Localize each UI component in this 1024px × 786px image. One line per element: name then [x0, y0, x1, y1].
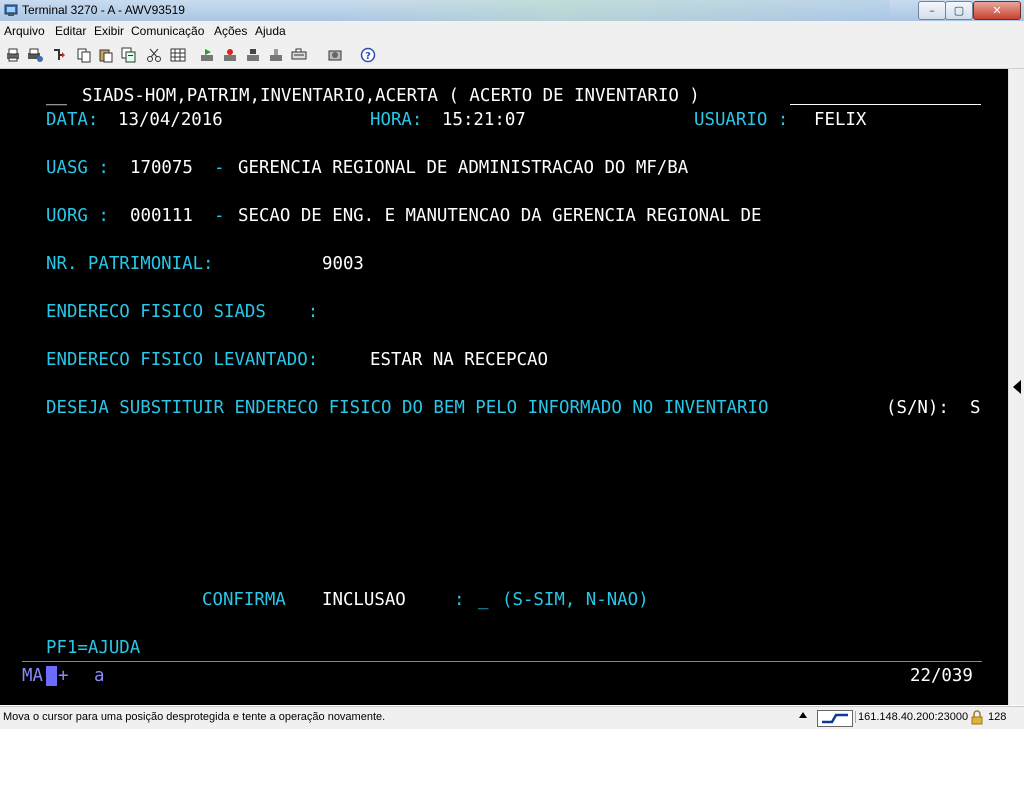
maximize-button[interactable]: ▢ [945, 1, 973, 20]
app-icon [4, 4, 18, 16]
encryption-bits: 128 [988, 711, 1007, 723]
oia-cursor-block [46, 666, 57, 686]
disconnect-icon[interactable] [268, 47, 284, 63]
usuario-label: USUARIO : [694, 110, 789, 130]
settings-icon[interactable] [327, 47, 343, 63]
deseja-row: DESEJA SUBSTITUIR ENDERECO FISICO DO BEM… [0, 398, 980, 418]
window-titlebar: Terminal 3270 - A - AWV93519 – ▢ ✕ [0, 0, 1024, 21]
end-siads-label: ENDERECO FISICO SIADS : [46, 302, 319, 322]
print-setup-icon[interactable] [27, 47, 43, 63]
header-row: __ SIADS-HOM,PATRIM,INVENTARIO,ACERTA ( … [0, 86, 700, 106]
window-title: Terminal 3270 - A - AWV93519 [22, 3, 185, 17]
oia-row: MA + a 22/039 [0, 666, 973, 686]
confirma-label: CONFIRMA [202, 590, 286, 610]
patrimonial-value: 9003 [322, 254, 364, 274]
titlebar-background [330, 0, 890, 21]
usuario-value: FELIX [814, 110, 867, 130]
cut-icon[interactable] [146, 47, 162, 63]
end-levantado-value: ESTAR NA RECEPCAO [370, 350, 548, 370]
menu-ajuda[interactable]: Ajuda [255, 24, 286, 38]
uorg-label: UORG : [46, 206, 109, 226]
menu-editar[interactable]: Editar [55, 24, 86, 38]
screen-title: SIADS-HOM,PATRIM,INVENTARIO,ACERTA ( ACE… [82, 86, 700, 106]
pf1-help: PF1=AJUDA [46, 638, 141, 658]
minimize-button[interactable]: – [918, 1, 946, 20]
print-screen-icon[interactable] [5, 47, 21, 63]
inclusao-label: INCLUSAO [322, 590, 406, 610]
status-bar: Mova o cursor para uma posição desproteg… [0, 706, 1024, 729]
patrimonial-row: NR. PATRIMONIAL: 9003 [0, 254, 364, 274]
menu-arquivo[interactable]: Arquivo [4, 24, 45, 38]
help-icon[interactable]: ? [360, 47, 376, 63]
deseja-value[interactable]: S [970, 398, 980, 418]
patrimonial-label: NR. PATRIMONIAL: [46, 254, 214, 274]
title-underline [790, 104, 981, 105]
end-levantado-row: ENDERECO FISICO LEVANTADO: ESTAR NA RECE… [0, 350, 548, 370]
confirma-colon: : [454, 590, 465, 610]
confirma-input[interactable]: _ [478, 590, 488, 610]
side-panel-toggle[interactable] [1008, 69, 1024, 705]
uorg-row: UORG : 000111 - SECAO DE ENG. E MANUTENC… [0, 206, 762, 226]
macro-play-icon[interactable] [199, 47, 215, 63]
data-value: 13/04/2016 [118, 110, 223, 130]
data-row: DATA: 13/04/2016 HORA: 15:21:07 USUARIO … [0, 110, 866, 130]
macro-stop-icon[interactable] [245, 47, 261, 63]
oia-mode: MA [22, 666, 43, 686]
pf-keys-row: PF1=AJUDA [0, 638, 140, 658]
status-message: Mova o cursor para uma posição desproteg… [3, 711, 386, 723]
host-address: 161.148.40.200:23000 [855, 711, 968, 723]
menu-acoes[interactable]: Ações [214, 24, 247, 38]
oia-cursor-position: 22/039 [910, 666, 973, 686]
oia-field: a [94, 666, 105, 686]
command-input[interactable]: __ [46, 86, 67, 106]
macro-record-icon[interactable] [222, 47, 238, 63]
chevron-left-icon[interactable] [1013, 380, 1021, 394]
svg-text:?: ? [365, 51, 371, 62]
uasg-separator: - [214, 158, 225, 178]
grid-icon[interactable] [170, 47, 186, 63]
paste-icon[interactable] [98, 47, 114, 63]
menu-comunicacao[interactable]: Comunicação [131, 24, 204, 38]
uasg-label: UASG : [46, 158, 109, 178]
uorg-separator: - [214, 206, 225, 226]
uorg-code: 000111 [130, 206, 193, 226]
menu-bar: Arquivo Editar Exibir Comunicação Ações … [0, 21, 1024, 42]
copy-append-icon[interactable] [121, 47, 137, 63]
confirma-hint: (S-SIM, N-NAO) [502, 590, 649, 610]
oia-separator [22, 661, 982, 662]
deseja-sn: (S/N): [886, 398, 949, 418]
confirma-row: CONFIRMA INCLUSAO : _ (S-SIM, N-NAO) [0, 590, 649, 610]
uasg-name: GERENCIA REGIONAL DE ADMINISTRACAO DO MF… [238, 158, 689, 178]
deseja-label: DESEJA SUBSTITUIR ENDERECO FISICO DO BEM… [46, 398, 769, 418]
lock-icon [971, 710, 983, 725]
end-siads-row: ENDERECO FISICO SIADS : [0, 302, 318, 322]
toolbar: ? [0, 42, 1024, 69]
connection-status-icon [817, 710, 853, 727]
uasg-row: UASG : 170075 - GERENCIA REGIONAL DE ADM… [0, 158, 688, 178]
end-levantado-label: ENDERECO FISICO LEVANTADO: [46, 350, 319, 370]
uorg-name: SECAO DE ENG. E MANUTENCAO DA GERENCIA R… [238, 206, 762, 226]
keyboard-icon[interactable] [291, 47, 307, 63]
hora-label: HORA: [370, 110, 423, 130]
terminal-screen[interactable]: __ SIADS-HOM,PATRIM,INVENTARIO,ACERTA ( … [0, 69, 1008, 705]
uasg-code: 170075 [130, 158, 193, 178]
copy-icon[interactable] [76, 47, 92, 63]
oia-plus: + [58, 666, 69, 686]
status-scroll-up-icon[interactable] [799, 712, 807, 718]
receive-file-icon[interactable] [51, 47, 67, 63]
close-button[interactable]: ✕ [973, 1, 1021, 20]
hora-value: 15:21:07 [442, 110, 526, 130]
menu-exibir[interactable]: Exibir [94, 24, 124, 38]
data-label: DATA: [46, 110, 99, 130]
window-bottom-area [0, 729, 1024, 768]
